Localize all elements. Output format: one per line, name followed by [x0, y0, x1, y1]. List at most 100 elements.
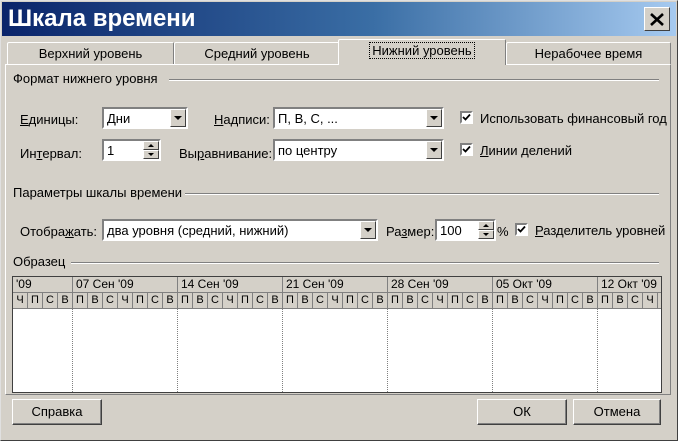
dialog-title: Шкала времени	[8, 5, 196, 32]
size-label: Размер:	[386, 224, 435, 239]
show-combo[interactable]: два уровня (средний, нижний)	[102, 219, 378, 241]
sample-week-label: 14 Сен '09	[178, 277, 283, 292]
sample-day-label: В	[193, 293, 208, 308]
sample-day-label: В	[373, 293, 388, 308]
tab-bottom-tier-label: Нижний уровень	[369, 42, 475, 59]
chevron-down-icon	[430, 115, 438, 120]
ok-button[interactable]: ОК	[477, 399, 567, 425]
tick-lines-checkbox[interactable]	[460, 143, 473, 156]
tab-top-tier[interactable]: Верхний уровень	[7, 42, 174, 65]
sample-day-label: В	[88, 293, 103, 308]
title-bar[interactable]: Шкала времени	[2, 2, 676, 36]
tick-lines-label[interactable]: Линии делений	[480, 143, 572, 158]
units-label: Единицы:	[20, 112, 79, 127]
tab-strip: Верхний уровень Средний уровень Нижний у…	[5, 39, 673, 65]
interval-up-button[interactable]	[143, 141, 159, 150]
sample-day-label: В	[478, 293, 493, 308]
arrow-up-icon	[483, 224, 489, 227]
checkmark-icon	[462, 113, 471, 121]
sample-day-label: П	[658, 293, 661, 308]
sample-day-label: С	[358, 293, 373, 308]
sample-day-label: Ч	[328, 293, 343, 308]
show-value: два уровня (средний, нижний)	[107, 223, 289, 238]
sample-day-label: П	[283, 293, 298, 308]
align-dropdown-button[interactable]	[426, 141, 442, 159]
align-combo[interactable]: по центру	[273, 139, 444, 161]
size-down-button[interactable]	[478, 230, 494, 239]
sample-day-label: П	[73, 293, 88, 308]
sample-day-label: П	[133, 293, 148, 308]
sample-day-label: Ч	[433, 293, 448, 308]
tab-middle-tier[interactable]: Средний уровень	[174, 42, 340, 65]
chevron-down-icon	[364, 227, 372, 232]
sample-day-label: В	[163, 293, 178, 308]
sample-group-line	[71, 262, 659, 264]
sample-day-label: С	[148, 293, 163, 308]
arrow-up-icon	[148, 144, 154, 147]
sample-week-label: '09	[13, 277, 73, 292]
size-up-button[interactable]	[478, 221, 494, 230]
interval-spinner[interactable]: 1	[102, 139, 161, 161]
sample-day-label: С	[523, 293, 538, 308]
labels-combo[interactable]: П, В, С, ...	[273, 107, 444, 129]
help-button[interactable]: Справка	[12, 399, 102, 425]
sample-week-divider	[177, 309, 178, 392]
sample-week-label: 07 Сен '09	[73, 277, 178, 292]
chevron-down-icon	[430, 147, 438, 152]
checkmark-icon	[517, 225, 526, 233]
sample-middle-tier: '09 07 Сен '09 14 Сен '09 21 Сен '09 28 Сен …	[13, 277, 661, 293]
timescale-sample: '09 07 Сен '09 14 Сен '09 21 Сен '09 28 Сен …	[12, 276, 662, 393]
separator-checkbox[interactable]	[515, 223, 528, 236]
sample-day-label: С	[103, 293, 118, 308]
sample-day-label: П	[493, 293, 508, 308]
sample-week-label: 12 Окт '09	[598, 277, 661, 292]
labels-label: Надписи:	[214, 112, 270, 127]
units-dropdown-button[interactable]	[170, 109, 186, 127]
sample-day-label: С	[463, 293, 478, 308]
sample-day-label: С	[628, 293, 643, 308]
sample-day-label: С	[43, 293, 58, 308]
show-dropdown-button[interactable]	[360, 221, 376, 239]
sample-day-label: Ч	[118, 293, 133, 308]
sample-week-divider	[72, 309, 73, 392]
sample-day-label: П	[28, 293, 43, 308]
tab-bottom-tier[interactable]: Нижний уровень	[338, 39, 506, 65]
scale-group-title: Параметры шкалы времени	[13, 185, 183, 200]
sample-day-label: П	[388, 293, 403, 308]
tab-middle-tier-label: Средний уровень	[204, 46, 310, 61]
sample-week-divider	[597, 309, 598, 392]
sample-day-label: В	[613, 293, 628, 308]
sample-week-divider	[492, 309, 493, 392]
tab-top-tier-label: Верхний уровень	[38, 46, 143, 61]
chevron-down-icon	[174, 115, 182, 120]
interval-value: 1	[107, 143, 115, 158]
labels-dropdown-button[interactable]	[426, 109, 442, 127]
sample-week-divider	[282, 309, 283, 392]
sample-day-label: П	[553, 293, 568, 308]
separator-label[interactable]: Разделитель уровней	[535, 223, 665, 238]
sample-day-label: Ч	[13, 293, 28, 308]
arrow-down-icon	[483, 233, 489, 236]
interval-label: Интервал:	[20, 146, 82, 161]
size-value: 100	[440, 223, 462, 238]
show-label: Отображать:	[20, 224, 98, 239]
sample-day-label: С	[568, 293, 583, 308]
sample-day-label: П	[343, 293, 358, 308]
cancel-button[interactable]: Отмена	[573, 399, 661, 425]
interval-down-button[interactable]	[143, 150, 159, 159]
size-spinner[interactable]: 100	[435, 219, 496, 241]
tab-nonworking-time-label: Нерабочее время	[534, 46, 643, 61]
fiscal-year-label[interactable]: Использовать финансовый год	[480, 111, 667, 126]
fiscal-year-checkbox[interactable]	[460, 111, 473, 124]
units-value: Дни	[107, 111, 131, 126]
tab-nonworking-time[interactable]: Нерабочее время	[506, 42, 671, 65]
sample-day-label: В	[268, 293, 283, 308]
arrow-down-icon	[148, 153, 154, 156]
format-group-title: Формат нижнего уровня	[13, 71, 158, 86]
sample-day-label: Ч	[643, 293, 658, 308]
labels-value: П, В, С, ...	[278, 111, 338, 126]
scale-group-line	[185, 193, 659, 195]
close-button[interactable]	[644, 7, 670, 31]
units-combo[interactable]: Дни	[102, 107, 188, 129]
sample-day-label: П	[598, 293, 613, 308]
